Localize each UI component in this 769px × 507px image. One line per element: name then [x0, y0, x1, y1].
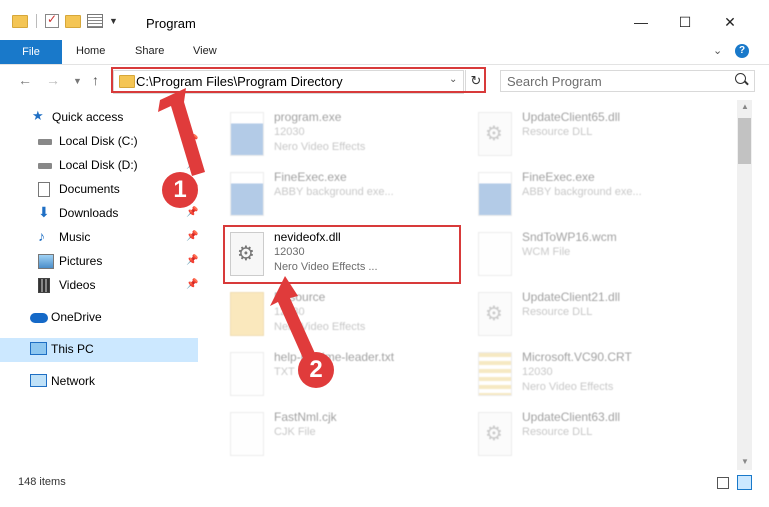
- annotation-arrows: [158, 88, 318, 365]
- step-1-badge: 1: [162, 172, 198, 208]
- step-2-badge: 2: [298, 352, 334, 388]
- arrow-1: [158, 88, 205, 176]
